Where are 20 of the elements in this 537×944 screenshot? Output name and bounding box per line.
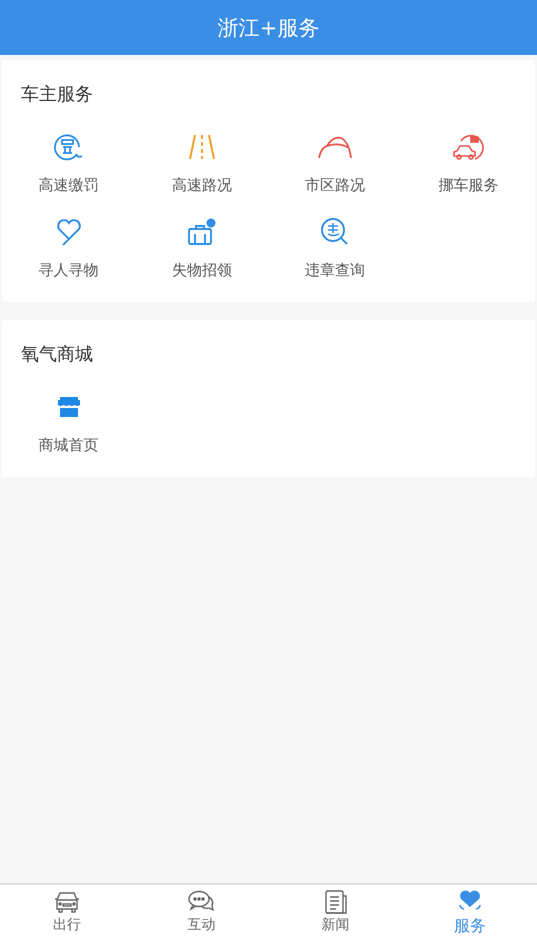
tab[interactable]: 出行 (0, 885, 134, 944)
car-icon (53, 890, 82, 914)
service-item[interactable]: 失物招领 (135, 217, 268, 280)
service-item[interactable]: 商城首页 (2, 392, 136, 455)
service-item[interactable]: 违章查询 (268, 217, 402, 280)
service-item[interactable]: 高速路况 (135, 132, 268, 195)
car-sign-icon (451, 132, 486, 162)
section-title: 车主服务 (21, 83, 94, 106)
chat-icon (187, 890, 216, 914)
news-icon (322, 890, 349, 914)
service-item[interactable]: 高速缴罚 (2, 132, 136, 195)
service-item[interactable]: 市区路况 (268, 132, 402, 195)
service-item[interactable]: 挪车服务 (402, 132, 535, 195)
header-title: 浙江+服务 (218, 14, 320, 42)
tab[interactable]: 互动 (134, 885, 268, 944)
tab[interactable]: 新闻 (268, 885, 403, 944)
suitcase-icon (186, 217, 218, 247)
section-title: 氧气商城 (21, 343, 94, 366)
service-item[interactable]: 寻人寻物 (2, 217, 136, 280)
ticket-search-icon (52, 132, 85, 162)
